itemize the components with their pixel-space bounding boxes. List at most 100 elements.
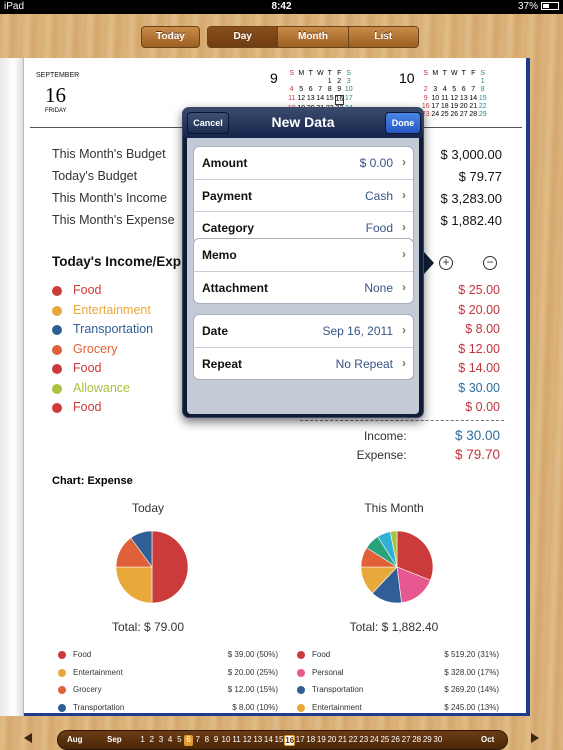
calendar-day[interactable]: 11 <box>440 95 450 103</box>
scrubber-day[interactable]: 23 <box>358 735 369 746</box>
calendar-day[interactable]: 22 <box>478 103 488 111</box>
scrubber-day[interactable]: 5 <box>175 735 184 746</box>
calendar-day[interactable]: 26 <box>450 111 460 119</box>
next-arrow-icon[interactable] <box>531 733 539 743</box>
calendar-day[interactable]: 20 <box>459 103 469 111</box>
calendar-day[interactable]: 12 <box>297 95 307 105</box>
calendar-day[interactable]: 21 <box>469 103 479 111</box>
calendar-day[interactable]: 3 <box>344 78 354 86</box>
calendar-day[interactable]: 17 <box>344 95 354 105</box>
scrubber-day[interactable]: 27 <box>401 735 412 746</box>
calendar-day[interactable]: 16 <box>334 94 344 105</box>
calendar-day[interactable]: 5 <box>297 86 307 94</box>
calendar-day[interactable] <box>440 78 450 86</box>
scrubber-day[interactable]: 7 <box>193 735 202 746</box>
calendar-day[interactable]: 28 <box>469 111 479 119</box>
calendar-day[interactable] <box>316 78 326 86</box>
form-row-repeat[interactable]: Repeat No Repeat › <box>194 347 413 379</box>
segment-list[interactable]: List <box>347 27 418 47</box>
calendar-day[interactable]: 13 <box>459 95 469 103</box>
scrubber-day[interactable]: 12 <box>242 735 253 746</box>
scrubber-day[interactable]: 13 <box>252 735 263 746</box>
calendar-day[interactable]: 24 <box>431 111 441 119</box>
calendar-day[interactable]: 27 <box>459 111 469 119</box>
scrubber-day[interactable]: 3 <box>156 735 165 746</box>
segment-month[interactable]: Month <box>277 27 348 47</box>
calendar-day[interactable]: 4 <box>287 86 297 94</box>
scrubber-day[interactable]: 21 <box>337 735 348 746</box>
scrubber-day[interactable]: 8 <box>202 735 211 746</box>
scrubber-day[interactable]: 16 <box>284 735 295 746</box>
done-button[interactable]: Done <box>385 112 421 134</box>
scrubber-day[interactable]: 22 <box>348 735 359 746</box>
calendar-day[interactable]: 14 <box>469 95 479 103</box>
next-month-label[interactable]: Oct <box>481 735 494 744</box>
calendar-day[interactable]: 10 <box>431 95 441 103</box>
scrubber-day[interactable]: 10 <box>221 735 232 746</box>
scrubber-day[interactable]: 29 <box>422 735 433 746</box>
calendar-day[interactable]: 9 <box>335 86 345 94</box>
cancel-button[interactable]: Cancel <box>187 112 229 134</box>
calendar-day[interactable]: 6 <box>459 86 469 94</box>
previous-arrow-icon[interactable] <box>24 733 32 743</box>
calendar-day[interactable]: 25 <box>440 111 450 119</box>
mini-calendar-october[interactable]: S M T W T F S 1 2 3 4 5 6 7 8 9 10 11 12 13 14 15 16 17 18 19 20 21… <box>421 70 488 119</box>
scrubber-day[interactable]: 2 <box>147 735 156 746</box>
scrubber-day[interactable]: 9 <box>212 735 221 746</box>
scrubber-day[interactable]: 15 <box>274 735 285 746</box>
calendar-day[interactable]: 17 <box>431 103 441 111</box>
calendar-day[interactable] <box>297 78 307 86</box>
calendar-day[interactable]: 15 <box>325 95 335 105</box>
calendar-day[interactable]: 13 <box>306 95 316 105</box>
form-row-date[interactable]: Date Sep 16, 2011 › <box>194 315 413 347</box>
calendar-day[interactable]: 2 <box>335 78 345 86</box>
form-row-memo[interactable]: Memo › <box>194 239 413 271</box>
calendar-day[interactable] <box>450 78 460 86</box>
prev-month-label[interactable]: Aug <box>67 735 83 744</box>
calendar-day[interactable]: 8 <box>478 86 488 94</box>
calendar-day[interactable] <box>469 78 479 86</box>
form-row-payment[interactable]: Payment Cash › <box>194 179 413 211</box>
scrubber-day[interactable]: 19 <box>316 735 327 746</box>
scrubber-day[interactable]: 4 <box>166 735 175 746</box>
form-row-amount[interactable]: Amount $ 0.00 › <box>194 147 413 179</box>
add-entry-icon[interactable]: + <box>439 256 453 270</box>
scrubber-day[interactable]: 17 <box>295 735 306 746</box>
scrubber-day[interactable]: 14 <box>263 735 274 746</box>
scrubber-day[interactable]: 11 <box>231 735 242 746</box>
scrubber-day[interactable]: 20 <box>327 735 338 746</box>
calendar-day[interactable]: 14 <box>316 95 326 105</box>
scrubber-day[interactable]: 6 <box>183 735 194 746</box>
scrubber-day[interactable]: 18 <box>305 735 316 746</box>
calendar-day[interactable] <box>459 78 469 86</box>
calendar-day[interactable]: 9 <box>421 95 431 103</box>
scrubber-day[interactable]: 30 <box>433 735 444 746</box>
calendar-day[interactable] <box>431 78 441 86</box>
calendar-day[interactable]: 8 <box>325 86 335 94</box>
calendar-day[interactable]: 7 <box>316 86 326 94</box>
calendar-day[interactable]: 1 <box>325 78 335 86</box>
calendar-day[interactable]: 6 <box>306 86 316 94</box>
calendar-day[interactable]: 5 <box>450 86 460 94</box>
calendar-day[interactable]: 19 <box>450 103 460 111</box>
calendar-day[interactable]: 2 <box>421 86 431 94</box>
calendar-day[interactable]: 1 <box>478 78 488 86</box>
calendar-day[interactable] <box>306 78 316 86</box>
scrubber-day[interactable]: 1 <box>138 735 147 746</box>
calendar-day[interactable]: 15 <box>478 95 488 103</box>
calendar-day[interactable]: 18 <box>440 103 450 111</box>
calendar-day[interactable]: 4 <box>440 86 450 94</box>
scrubber-day[interactable]: 25 <box>380 735 391 746</box>
segment-day[interactable]: Day <box>208 27 278 47</box>
calendar-day[interactable]: 10 <box>344 86 354 94</box>
scrubber-day[interactable]: 26 <box>390 735 401 746</box>
today-button[interactable]: Today <box>141 26 200 48</box>
calendar-day[interactable]: 11 <box>287 95 297 105</box>
scrubber-day[interactable]: 28 <box>411 735 422 746</box>
form-row-attachment[interactable]: Attachment None › <box>194 271 413 303</box>
calendar-day[interactable] <box>421 78 431 86</box>
calendar-day[interactable] <box>287 78 297 86</box>
calendar-day[interactable]: 12 <box>450 95 460 103</box>
calendar-day[interactable]: 29 <box>478 111 488 119</box>
calendar-day[interactable]: 3 <box>431 86 441 94</box>
